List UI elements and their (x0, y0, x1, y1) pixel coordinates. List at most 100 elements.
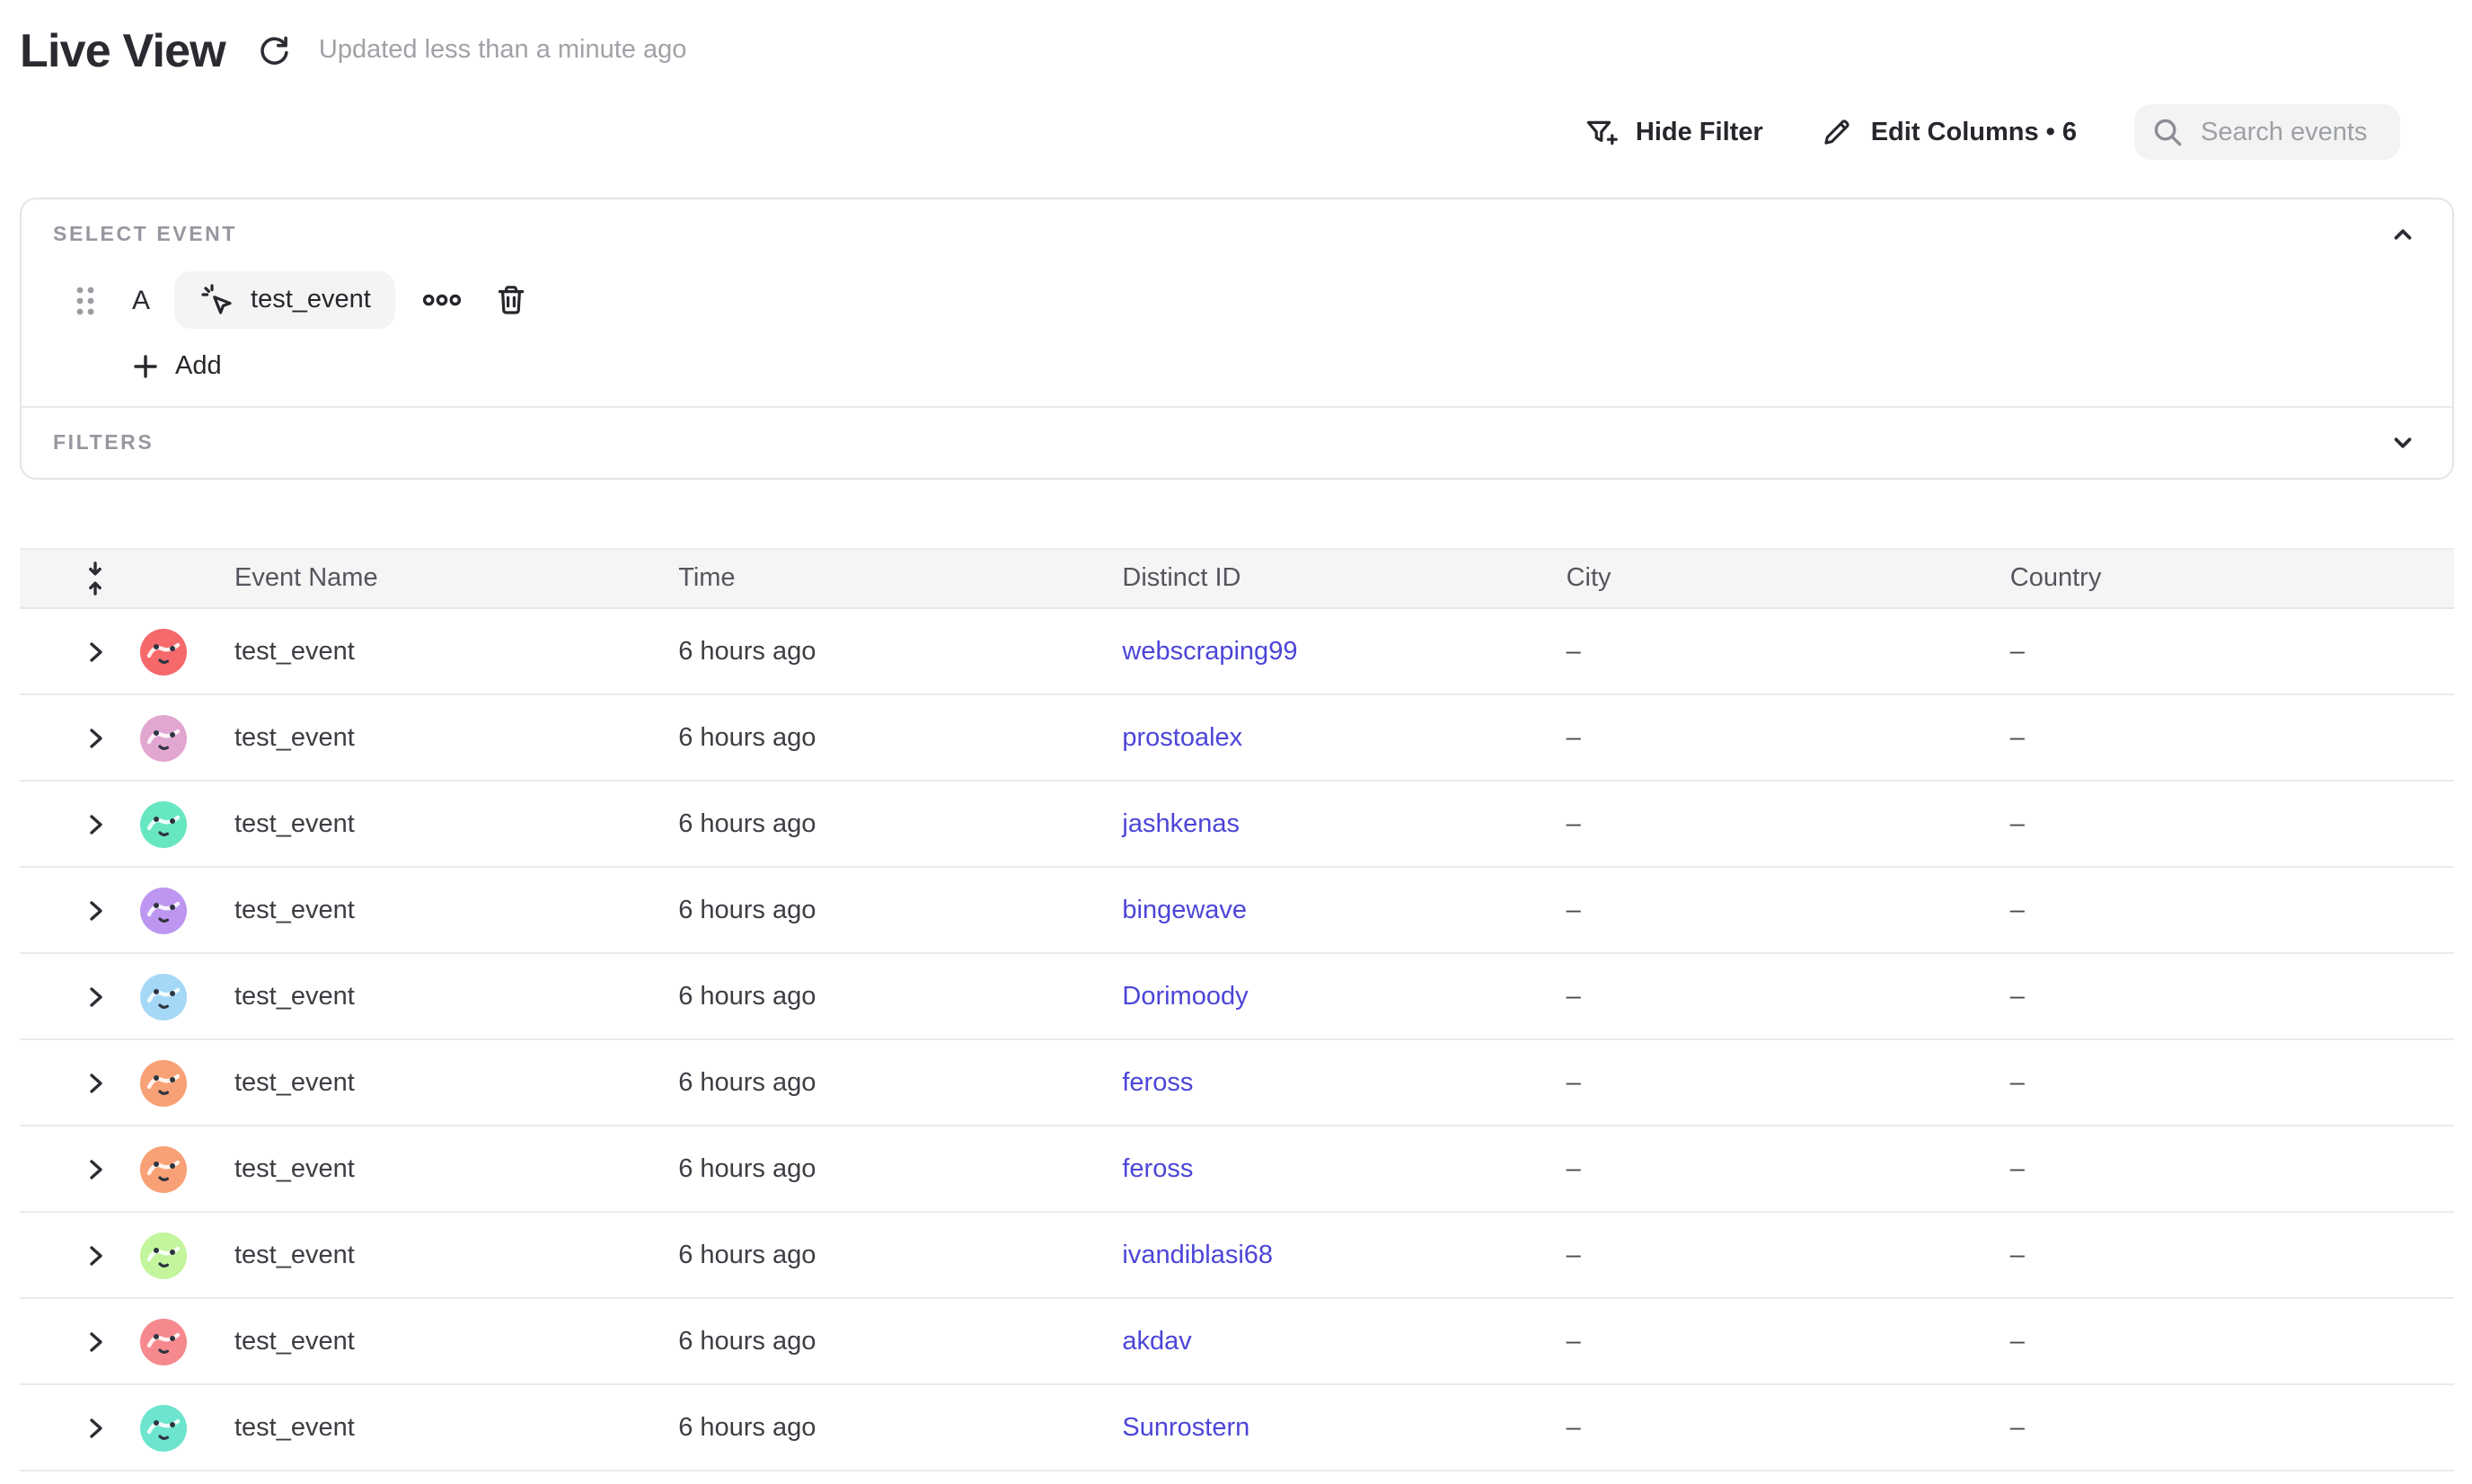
avatar-face (139, 1145, 186, 1192)
avatar[interactable] (139, 1232, 186, 1278)
distinct-id-link[interactable]: Dorimoody (1122, 982, 1248, 1011)
cell-time: 6 hours ago (678, 1154, 1122, 1183)
cell-country: – (2010, 637, 2454, 666)
cell-city: – (1567, 637, 2010, 666)
row-expand-chevron-icon[interactable] (82, 1241, 109, 1269)
distinct-id-link[interactable]: ivandiblasi68 (1122, 1241, 1273, 1269)
trash-icon (495, 282, 529, 318)
cell-event-name: test_event (234, 809, 678, 838)
cell-time: 6 hours ago (678, 1413, 1122, 1442)
distinct-id-link[interactable]: prostoalex (1122, 723, 1242, 752)
avatar-face (139, 1059, 186, 1106)
partial-next-row (19, 1471, 2454, 1482)
search-icon (2152, 117, 2183, 147)
cell-city: – (1567, 1327, 2010, 1356)
refresh-icon (258, 33, 292, 67)
select-event-section: SELECT EVENT A (21, 199, 2452, 406)
avatar[interactable] (139, 1059, 186, 1106)
cell-city: – (1567, 1154, 2010, 1183)
cell-country: – (2010, 723, 2454, 752)
delete-event-button[interactable] (491, 278, 533, 322)
avatar[interactable] (139, 887, 186, 933)
avatar[interactable] (139, 1145, 186, 1192)
cell-city: – (1567, 723, 2010, 752)
pencil-icon (1821, 115, 1855, 149)
cell-time: 6 hours ago (678, 1327, 1122, 1356)
avatar-face (139, 628, 186, 675)
cell-city: – (1567, 1241, 2010, 1269)
selected-event-label: test_event (251, 286, 371, 314)
avatar[interactable] (139, 628, 186, 675)
table-row[interactable]: test_event 6 hours ago feross – – (19, 1040, 2454, 1126)
cell-country: – (2010, 982, 2454, 1011)
table-row[interactable]: test_event 6 hours ago feross – – (19, 1126, 2454, 1213)
updated-status: Updated less than a minute ago (319, 36, 687, 65)
collapse-rows-icon (82, 561, 107, 596)
cell-event-name: test_event (234, 1154, 678, 1183)
avatar-face (139, 1404, 186, 1451)
row-expand-chevron-icon[interactable] (82, 1327, 109, 1356)
avatar[interactable] (139, 1404, 186, 1451)
distinct-id-link[interactable]: bingewave (1122, 896, 1247, 924)
events-table: Event NameTimeDistinct IDCityCountry tes… (19, 548, 2454, 1482)
row-expand-chevron-icon[interactable] (82, 637, 109, 666)
column-header-time: Time (678, 564, 1122, 593)
cell-event-name: test_event (234, 637, 678, 666)
search-events-box (2134, 104, 2400, 160)
search-events-input[interactable] (2197, 116, 2382, 148)
edit-columns-button[interactable]: Edit Columns • 6 (1821, 115, 2077, 149)
event-row-letter: A (132, 285, 150, 315)
selected-event-chip[interactable]: test_event (173, 271, 396, 329)
live-view-page: Live View Updated less than a minute ago… (0, 0, 2472, 1484)
row-expand-chevron-icon[interactable] (82, 1154, 109, 1183)
cell-event-name: test_event (234, 1327, 678, 1356)
avatar[interactable] (139, 714, 186, 761)
avatar-face (139, 1232, 186, 1278)
distinct-id-link[interactable]: feross (1122, 1068, 1193, 1097)
collapse-rows-button[interactable] (82, 561, 107, 596)
filter-plus-icon (1584, 114, 1620, 150)
row-expand-chevron-icon[interactable] (82, 982, 109, 1011)
row-expand-chevron-icon[interactable] (82, 896, 109, 924)
cell-country: – (2010, 1327, 2454, 1356)
cell-city: – (1567, 896, 2010, 924)
row-expand-chevron-icon[interactable] (82, 1068, 109, 1097)
avatar-face (139, 887, 186, 933)
row-expand-chevron-icon[interactable] (82, 1413, 109, 1442)
table-row[interactable]: test_event 6 hours ago prostoalex – – (19, 695, 2454, 782)
distinct-id-link[interactable]: Sunrostern (1122, 1413, 1249, 1442)
distinct-id-link[interactable]: feross (1122, 1154, 1193, 1183)
avatar[interactable] (139, 1318, 186, 1365)
row-expand-chevron-icon[interactable] (82, 809, 109, 838)
refresh-button[interactable] (254, 30, 296, 71)
cell-time: 6 hours ago (678, 896, 1122, 924)
table-row[interactable]: test_event 6 hours ago jashkenas – – (19, 782, 2454, 868)
avatar-face (139, 973, 186, 1020)
avatar[interactable] (139, 800, 186, 847)
cell-city: – (1567, 809, 2010, 838)
avatar[interactable] (139, 973, 186, 1020)
filters-label: FILTERS (53, 432, 154, 454)
row-expand-chevron-icon[interactable] (82, 723, 109, 752)
collapse-section-button[interactable] (2386, 217, 2420, 252)
distinct-id-link[interactable]: akdav (1122, 1327, 1191, 1356)
table-row[interactable]: test_event 6 hours ago Dorimoody – – (19, 954, 2454, 1040)
expand-filters-button[interactable] (2386, 426, 2420, 460)
table-row[interactable]: test_event 6 hours ago Sunrostern – – (19, 1385, 2454, 1471)
table-row[interactable]: test_event 6 hours ago webscraping99 – – (19, 609, 2454, 695)
event-options-button[interactable] (419, 289, 466, 311)
avatar-face (139, 800, 186, 847)
hide-filter-button[interactable]: Hide Filter (1584, 114, 1763, 150)
table-row[interactable]: test_event 6 hours ago ivandiblasi68 – – (19, 1213, 2454, 1299)
column-header-event-name: Event Name (234, 564, 678, 593)
distinct-id-link[interactable]: jashkenas (1122, 809, 1240, 838)
plus-icon (130, 352, 159, 381)
drag-handle-icon[interactable] (75, 285, 94, 315)
distinct-id-link[interactable]: webscraping99 (1122, 637, 1297, 666)
dots-menu-icon (423, 293, 463, 307)
table-row[interactable]: test_event 6 hours ago bingewave – – (19, 868, 2454, 954)
table-row[interactable]: test_event 6 hours ago akdav – – (19, 1299, 2454, 1385)
add-event-button[interactable]: Add (130, 352, 222, 381)
table-header-row: Event NameTimeDistinct IDCityCountry (19, 548, 2454, 609)
hide-filter-label: Hide Filter (1636, 118, 1763, 146)
